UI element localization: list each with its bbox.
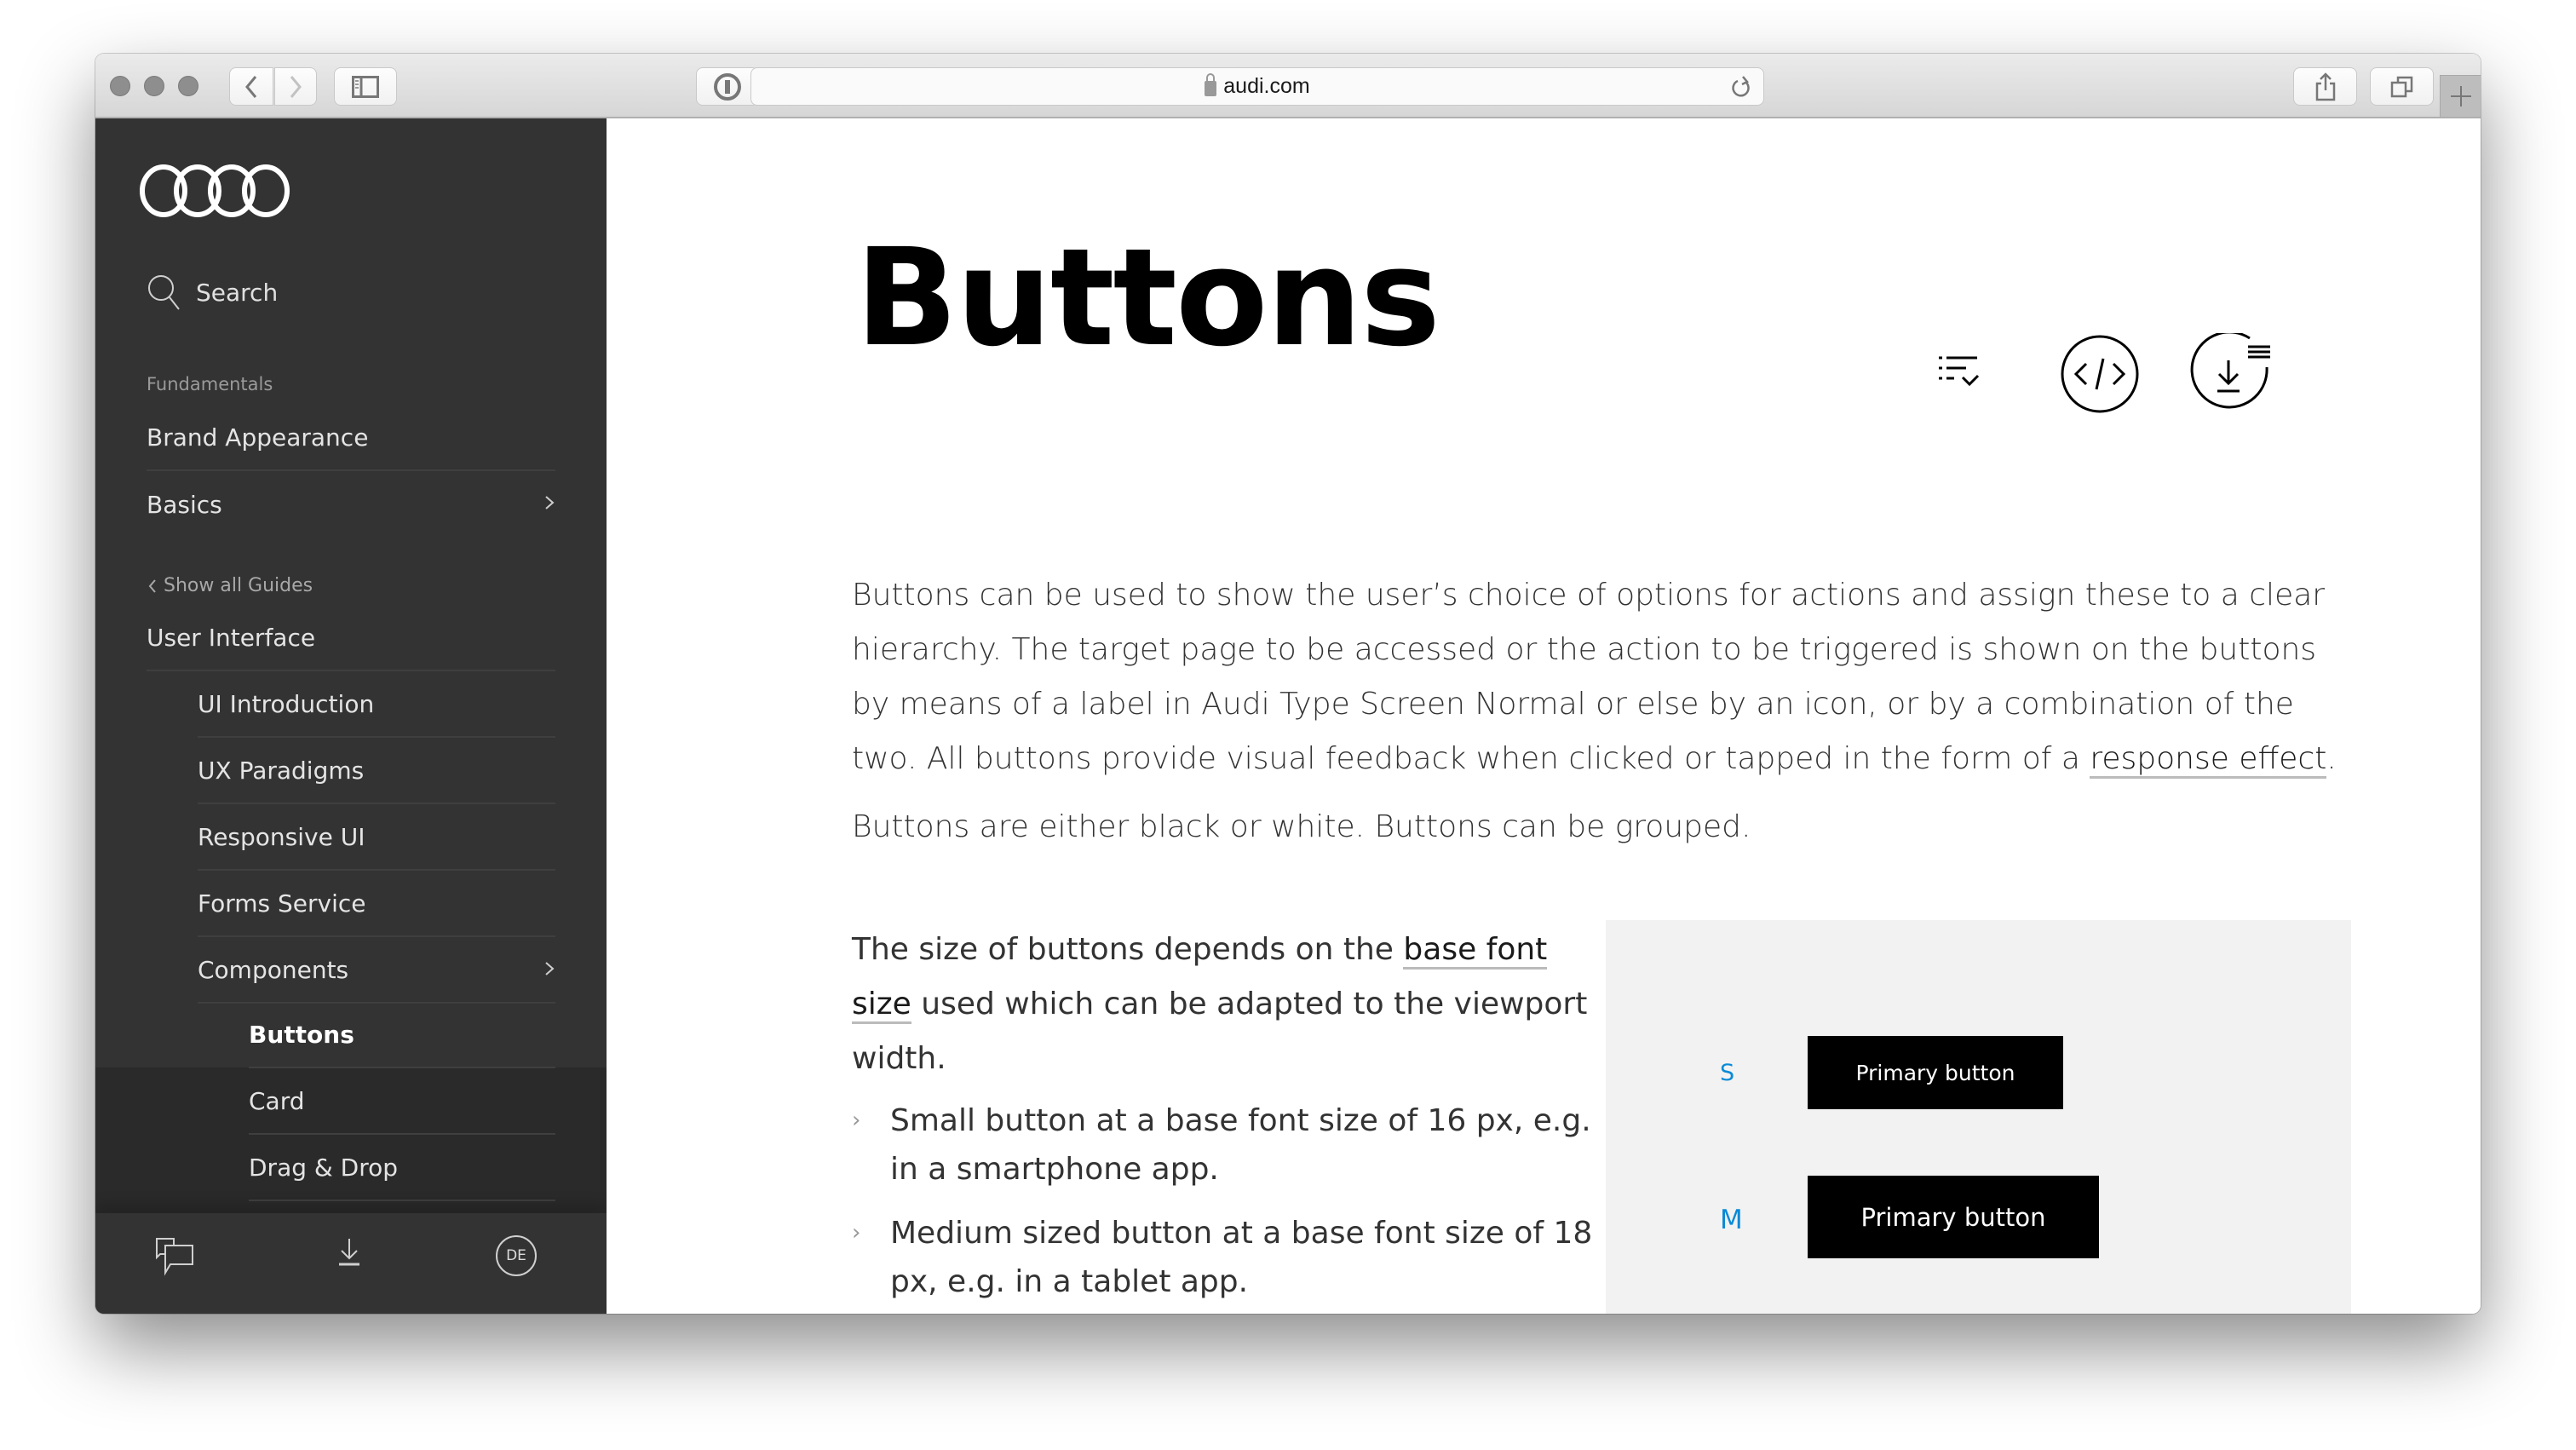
reload-button[interactable] <box>1731 75 1751 105</box>
sidebar-navigation: Search Fundamentals Brand Appearance Bas… <box>95 118 607 1314</box>
close-window-button[interactable] <box>110 76 130 96</box>
sidebar-item-brand-appearance[interactable]: Brand Appearance <box>147 405 555 471</box>
sidebar-icon <box>352 75 379 98</box>
code-button[interactable] <box>2061 335 2139 417</box>
list-item: › Medium sized button at a base font size… <box>852 1209 1601 1306</box>
password-manager-button[interactable] <box>696 67 759 106</box>
share-icon <box>2315 72 2335 101</box>
new-tab-button[interactable] <box>2440 75 2481 117</box>
address-bar[interactable]: audi.com <box>750 67 1764 106</box>
page-title: Buttons <box>855 220 1440 377</box>
button-label: Primary button <box>1855 1060 2015 1085</box>
sidebar-item-drag-drop[interactable]: Drag & Drop <box>249 1135 555 1201</box>
sidebar-item-components[interactable]: Components <box>198 937 555 1004</box>
table-of-contents-button[interactable] <box>1939 354 1981 393</box>
sidebar-item-label: Responsive UI <box>198 822 365 851</box>
sidebar-item-basics[interactable]: Basics <box>147 471 555 538</box>
browser-toolbar: audi.com <box>95 54 2481 118</box>
show-all-guides-link[interactable]: Show all Guides <box>147 575 313 596</box>
show-all-guides-label: Show all Guides <box>164 575 313 596</box>
download-icon <box>339 1239 359 1266</box>
sidebar-item-card[interactable]: Card <box>249 1068 555 1135</box>
list-item: › Small button at a base font size of 16 … <box>852 1096 1601 1194</box>
search-icon <box>148 275 180 310</box>
language-label: DE <box>506 1247 526 1264</box>
sidebar-footer: DE <box>95 1213 607 1314</box>
intro-text: Buttons can be used to show the user’s c… <box>852 568 2351 868</box>
url-text: audi.com <box>1223 74 1310 98</box>
sidebar-item-responsive-ui[interactable]: Responsive UI <box>198 804 555 871</box>
bullet-chevron-icon: › <box>852 1220 861 1246</box>
sidebar-item-label: UI Introduction <box>198 689 375 718</box>
back-button[interactable] <box>229 67 273 106</box>
tabs-overview-icon <box>2390 76 2412 97</box>
sidebar-item-label: UX Paradigms <box>198 756 365 785</box>
audi-logo[interactable] <box>138 163 293 222</box>
tabs-overview-button[interactable] <box>2370 67 2434 106</box>
sidebar-item-label: User Interface <box>147 623 316 652</box>
button-label: Primary button <box>1860 1202 2046 1232</box>
password-manager-icon <box>714 72 741 101</box>
download-assets-icon <box>2190 331 2270 409</box>
download-button[interactable] <box>337 1237 361 1271</box>
minimize-window-button[interactable] <box>144 76 164 96</box>
plus-icon <box>2450 86 2471 106</box>
size-label-s: S <box>1720 1060 1735 1086</box>
sidebar-item-label: Components <box>198 955 349 984</box>
reload-icon <box>1732 76 1750 97</box>
intro-paragraph-2: Buttons are either black or white. Butto… <box>852 809 1751 844</box>
size-description: The size of buttons depends on the base … <box>852 923 1601 1314</box>
chat-bubbles-icon <box>156 1238 193 1276</box>
chevron-left-icon <box>148 578 156 593</box>
sidebar-item-label: Brand Appearance <box>147 423 369 452</box>
chevron-right-icon <box>545 962 555 975</box>
sidebar-item-label: Drag & Drop <box>249 1153 398 1182</box>
intro-text-segment: . <box>2326 741 2337 776</box>
sidebar-item-buttons-active[interactable]: Buttons <box>249 1002 555 1068</box>
size-text-segment: The size of buttons depends on the <box>852 932 1404 967</box>
response-effect-link[interactable]: response effect <box>2090 741 2327 779</box>
browser-window: audi.com Search Fundamentals Brand Appea… <box>95 54 2481 1314</box>
list-item-text: Small button at a base font size of 16 p… <box>890 1103 1591 1187</box>
forward-button[interactable] <box>274 67 317 106</box>
search-button[interactable]: Search <box>147 273 278 311</box>
size-text-segment: used which can be adapted to the viewpor… <box>852 987 1588 1076</box>
sidebar-item-forms-service[interactable]: Forms Service <box>198 871 555 937</box>
lock-icon <box>1205 72 1217 96</box>
audi-rings-logo <box>140 164 290 217</box>
sidebar-toggle-button[interactable] <box>334 67 397 106</box>
share-button[interactable] <box>2293 67 2357 106</box>
chevron-right-icon <box>290 75 302 98</box>
sidebar-item-ux-paradigms[interactable]: UX Paradigms <box>198 738 555 804</box>
size-label-m: M <box>1720 1205 1743 1235</box>
feedback-button[interactable] <box>155 1237 196 1281</box>
bullet-chevron-icon: › <box>852 1108 861 1133</box>
zoom-window-button[interactable] <box>178 76 198 96</box>
main-content: Buttons Buttons can be used to show the … <box>607 118 2481 1314</box>
search-label: Search <box>196 278 279 307</box>
sidebar-item-label: Card <box>249 1086 305 1115</box>
primary-button-small[interactable]: Primary button <box>1808 1036 2063 1109</box>
button-size-demo-panel: S Primary button M Primary button <box>1606 920 2351 1314</box>
language-switch-button[interactable]: DE <box>496 1235 537 1276</box>
download-assets-button[interactable] <box>2190 331 2272 418</box>
list-item-text: Medium sized button at a base font size … <box>890 1216 1593 1299</box>
sidebar-item-label: Basics <box>147 490 222 519</box>
intro-paragraph-1: Buttons can be used to show the user’s c… <box>852 568 2351 786</box>
size-paragraph: The size of buttons depends on the base … <box>852 923 1601 1086</box>
sidebar-item-user-interface[interactable]: User Interface <box>147 605 555 671</box>
section-label-fundamentals: Fundamentals <box>147 374 273 394</box>
code-icon <box>2061 335 2139 413</box>
chevron-left-icon <box>245 75 257 98</box>
sidebar-item-label: Buttons <box>249 1020 354 1049</box>
sidebar-item-label: Forms Service <box>198 889 366 918</box>
table-of-contents-icon <box>1939 356 1980 387</box>
primary-button-medium[interactable]: Primary button <box>1808 1176 2099 1258</box>
sidebar-item-ui-introduction[interactable]: UI Introduction <box>198 671 555 738</box>
chevron-right-icon <box>545 496 555 509</box>
